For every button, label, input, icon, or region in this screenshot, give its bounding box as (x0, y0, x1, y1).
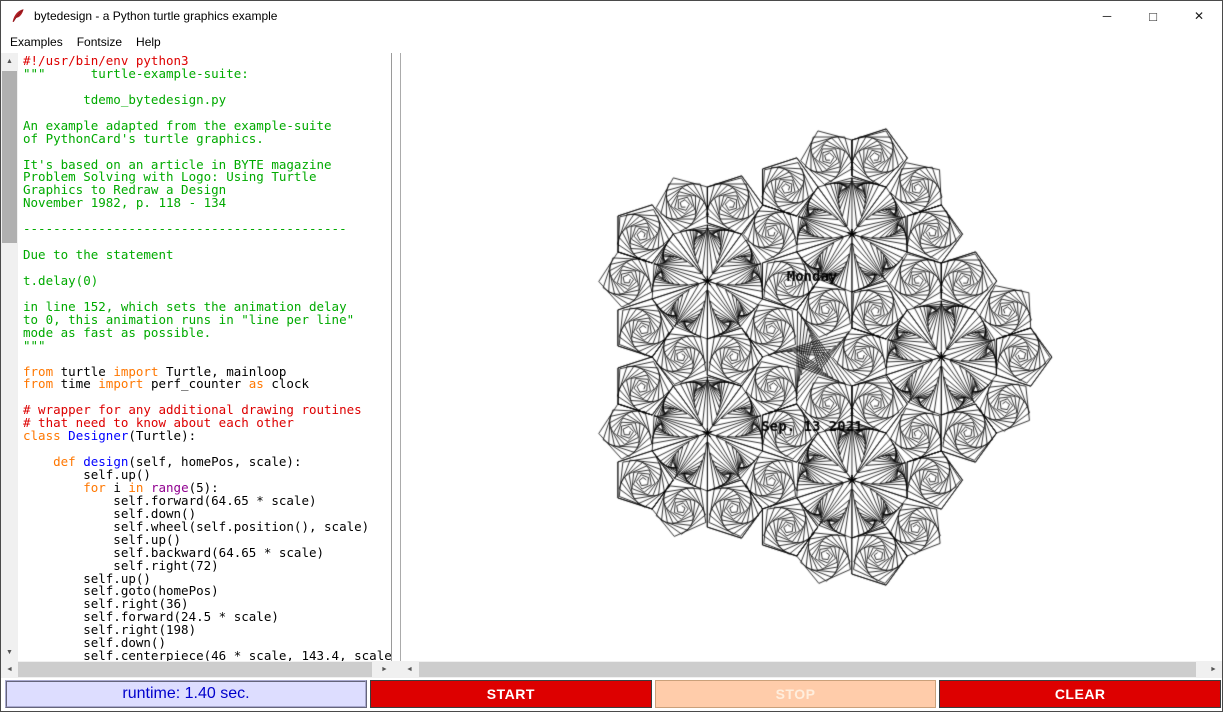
window-title: bytedesign - a Python turtle graphics ex… (34, 9, 277, 23)
code-line: class Designer(Turtle): (23, 430, 391, 443)
code-vscroll-track[interactable] (1, 70, 18, 644)
titlebar[interactable]: bytedesign - a Python turtle graphics ex… (1, 1, 1222, 31)
status-bar: runtime: 1.40 sec. START STOP CLEAR (1, 678, 1222, 711)
canvas-panel (400, 53, 1222, 661)
code-line: November 1982, p. 118 - 134 (23, 197, 391, 210)
minimize-icon: ─ (1103, 9, 1112, 23)
app-icon (10, 8, 26, 24)
scroll-right-icon[interactable]: ► (376, 661, 393, 678)
code-hscroll-thumb[interactable] (18, 662, 372, 677)
code-line: from time import perf_counter as clock (23, 378, 391, 391)
scroll-right-icon[interactable]: ► (1205, 661, 1222, 678)
canvas-hscroll-thumb[interactable] (419, 662, 1196, 677)
hscroll-gap (393, 661, 401, 678)
menu-examples[interactable]: Examples (3, 33, 70, 51)
code-line: t.delay(0) (23, 275, 391, 288)
code-area: #!/usr/bin/env python3""" turtle-example… (23, 55, 391, 661)
maximize-button[interactable]: □ (1130, 1, 1176, 31)
code-line: Due to the statement (23, 249, 391, 262)
menu-fontsize[interactable]: Fontsize (70, 33, 129, 51)
code-editor[interactable]: #!/usr/bin/env python3""" turtle-example… (18, 53, 392, 661)
code-line: of PythonCard's turtle graphics. (23, 133, 391, 146)
code-vertical-scrollbar[interactable]: ▲ ▼ (1, 53, 18, 661)
scroll-up-icon[interactable]: ▲ (1, 53, 18, 70)
code-horizontal-scrollbar[interactable]: ◄ ► (1, 661, 393, 678)
scroll-left-icon[interactable]: ◄ (401, 661, 418, 678)
runtime-label: runtime: 1.40 sec. (5, 680, 367, 708)
code-line: ----------------------------------------… (23, 223, 391, 236)
close-icon: ✕ (1194, 9, 1204, 23)
app-window: bytedesign - a Python turtle graphics ex… (0, 0, 1223, 712)
hscroll-row: ◄ ► ◄ ► (1, 661, 1222, 678)
minimize-button[interactable]: ─ (1084, 1, 1130, 31)
menubar: Examples Fontsize Help (1, 31, 1222, 53)
code-hscroll-track[interactable] (18, 661, 376, 678)
maximize-icon: □ (1149, 9, 1157, 24)
main-area: ▲ ▼ #!/usr/bin/env python3""" turtle-exa… (1, 53, 1222, 661)
start-button[interactable]: START (370, 680, 652, 708)
code-line: tdemo_bytedesign.py (23, 94, 391, 107)
scroll-left-icon[interactable]: ◄ (1, 661, 18, 678)
menu-help[interactable]: Help (129, 33, 168, 51)
window-controls: ─ □ ✕ (1084, 1, 1222, 31)
code-line: self.centerpiece(46 * scale, 143.4, scal… (23, 650, 391, 661)
clear-button[interactable]: CLEAR (939, 680, 1221, 708)
stop-button[interactable]: STOP (655, 680, 937, 708)
turtle-canvas (401, 53, 1222, 661)
close-button[interactable]: ✕ (1176, 1, 1222, 31)
canvas-horizontal-scrollbar[interactable]: ◄ ► (401, 661, 1222, 678)
code-line: mode as fast as possible. (23, 327, 391, 340)
code-line: """ turtle-example-suite: (23, 68, 391, 81)
pane-separator (392, 53, 400, 661)
canvas-hscroll-track[interactable] (418, 661, 1205, 678)
scroll-down-icon[interactable]: ▼ (1, 644, 18, 661)
code-line: """ (23, 340, 391, 353)
code-vscroll-thumb[interactable] (2, 71, 17, 243)
